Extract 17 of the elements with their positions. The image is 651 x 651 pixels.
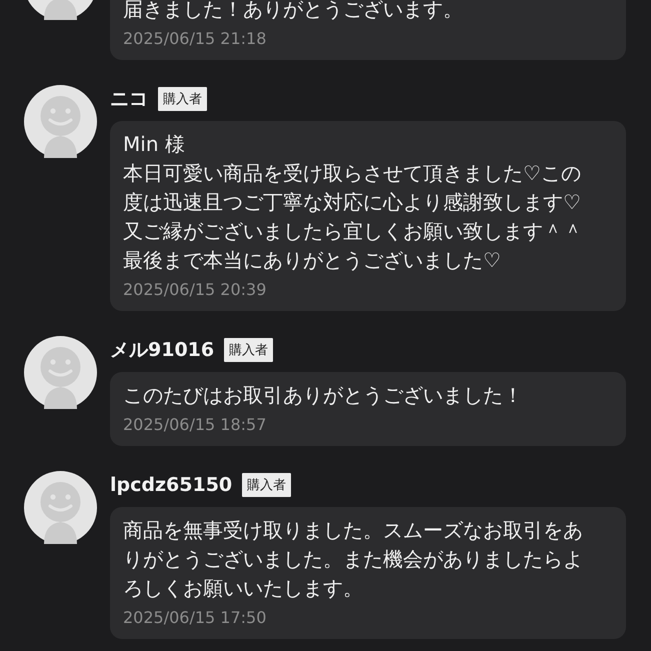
buyer-badge: 購入者 — [242, 473, 292, 497]
timestamp: 2025/06/15 17:50 — [123, 607, 268, 629]
buyer-badge: 購入者 — [224, 338, 274, 362]
avatar-icon — [24, 336, 97, 409]
message-text: このたびはお取引ありがとうございました！ — [123, 382, 524, 409]
buyer-badge: 購入者 — [158, 87, 207, 111]
timestamp: 2025/06/15 21:18 — [123, 28, 268, 50]
message-text: 商品を無事受け取りました。スムーズなお取引をあ りがとうございました。また機会がありましたらよ ろしくお願いいたします。 — [123, 517, 584, 602]
user-name: メル91016 — [110, 338, 214, 363]
user-name: ニコ — [110, 87, 148, 112]
avatar-icon — [24, 471, 97, 544]
timestamp: 2025/06/15 20:39 — [123, 279, 268, 301]
timestamp: 2025/06/15 18:57 — [123, 414, 268, 436]
message-text: Min 様 本日可愛い商品を受け取らさせて頂きました♡この 度は迅速且つご丁寧な対応に心より感謝致します♡ 又ご縁がございましたら宜しくお願い致します＾＾ 最後まで本当にありがとうございました♡ — [123, 131, 584, 274]
user-name: lpcdz65150 — [110, 474, 232, 496]
message-text: 届きました！ありがとうございます。 — [123, 0, 464, 23]
avatar-icon — [24, 85, 97, 158]
